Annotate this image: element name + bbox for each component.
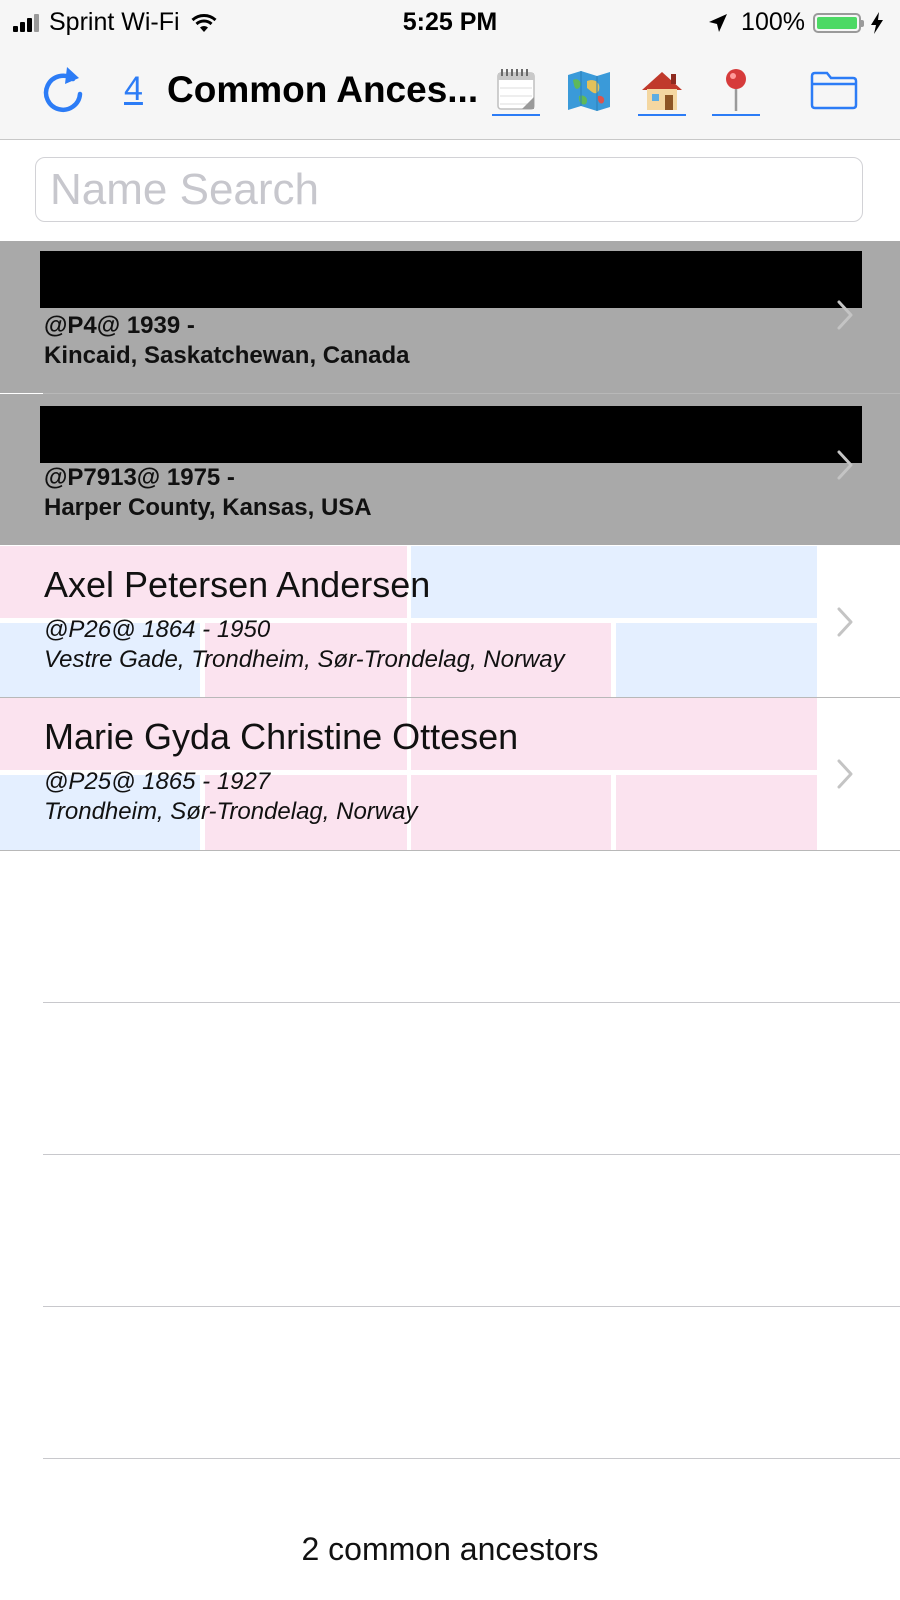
battery-percent: 100% [741,8,805,36]
person-place: Vestre Gade, Trondheim, Sør-Trondelag, N… [44,646,565,673]
footer-count-label: 2 common ancestors [301,1531,599,1567]
location-arrow-icon [709,13,728,32]
empty-row-divider [43,1306,900,1307]
ancestor-count-link[interactable]: 4 [124,70,143,109]
battery-icon [813,12,864,33]
pin-icon[interactable] [712,66,760,116]
person-place: Kincaid, Saskatchewan, Canada [44,342,410,369]
row-divider [0,850,900,851]
person-id-dates: @P26@ 1864 - 1950 [44,616,271,643]
ancestry-color-block [411,546,817,618]
empty-row-divider [43,1458,900,1459]
folder-icon[interactable] [810,70,858,110]
person-place: Harper County, Kansas, USA [44,494,372,521]
refresh-icon[interactable] [40,64,86,116]
list-item[interactable]: Marie Gyda Christine Ottesen @P25@ 1865 … [0,698,900,850]
chevron-right-icon [837,300,853,330]
redacted-name [40,406,862,463]
ancestry-color-block [616,775,817,850]
chevron-right-icon [837,759,853,789]
list-item[interactable]: Axel Petersen Andersen @P26@ 1864 - 1950… [0,546,900,698]
person-name: Marie Gyda Christine Ottesen [44,716,519,757]
person-id-dates: @P25@ 1865 - 1927 [44,768,271,795]
battery-fill [817,16,857,29]
calendar-icon[interactable] [492,66,540,116]
ancestry-color-block [616,623,817,697]
name-search-input[interactable] [35,157,863,222]
chevron-right-icon [837,607,853,637]
status-right: 100% [707,8,884,37]
map-icon[interactable] [565,66,613,114]
list-item[interactable]: @P7913@ 1975 - Harper County, Kansas, US… [0,394,900,545]
status-bar: Sprint Wi-Fi 5:25 PM 100% [0,0,900,44]
person-id-dates: @P4@ 1939 - [44,312,195,339]
person-place: Trondheim, Sør-Trondelag, Norway [44,798,418,825]
page-title: Common Ances... [167,69,479,110]
redacted-name [40,251,862,308]
empty-row-divider [43,1154,900,1155]
person-id-dates: @P7913@ 1975 - [44,464,235,491]
chevron-right-icon [837,450,853,480]
ancestry-color-block [411,775,611,850]
charging-bolt-icon [871,11,883,34]
empty-row-divider [43,1002,900,1003]
person-name: Axel Petersen Andersen [44,564,431,605]
search-bar [0,140,900,241]
house-icon[interactable] [638,66,686,116]
navigation-bar: 4 Common Ances... [0,44,900,140]
list-item[interactable]: @P4@ 1939 - Kincaid, Saskatchewan, Canad… [0,241,900,393]
